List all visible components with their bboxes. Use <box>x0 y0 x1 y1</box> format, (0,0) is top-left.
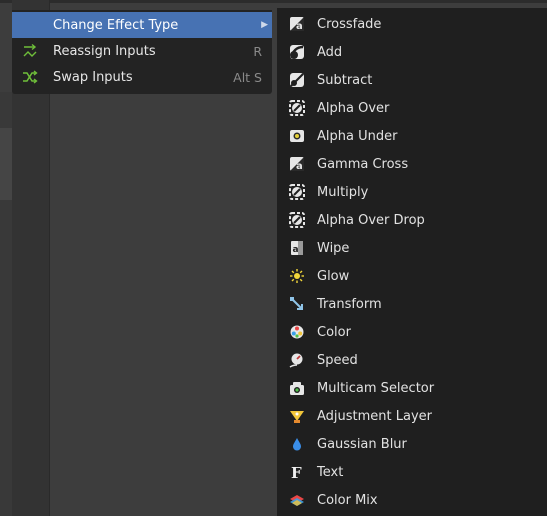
menu-item-reassign-inputs[interactable]: Reassign Inputs R <box>12 38 272 64</box>
context-menu: Change Effect Type ▶ Reassign Inputs R S… <box>12 10 272 94</box>
svg-text:a: a <box>293 245 299 255</box>
crossfade-icon: a <box>289 16 305 32</box>
color-icon <box>289 324 305 340</box>
left-region-tab <box>0 128 12 200</box>
submenu-item-label: Multiply <box>317 184 369 200</box>
effect-type-submenu: a Crossfade Add Subtract Alpha Over Alph… <box>277 8 547 516</box>
submenu-item-label: Alpha Over <box>317 100 390 116</box>
glow-icon <box>289 268 305 284</box>
submenu-item-crossfade[interactable]: a Crossfade <box>277 10 547 38</box>
alpha-over-icon <box>289 100 305 116</box>
submenu-item-glow[interactable]: Glow <box>277 262 547 290</box>
menu-item-label: Change Effect Type <box>53 18 178 33</box>
svg-text:a: a <box>296 21 303 32</box>
transform-icon <box>289 296 305 312</box>
submenu-item-alpha-over-drop[interactable]: Alpha Over Drop <box>277 206 547 234</box>
submenu-item-alpha-under[interactable]: Alpha Under <box>277 122 547 150</box>
submenu-item-label: Adjustment Layer <box>317 408 433 424</box>
wipe-icon: a <box>289 240 305 256</box>
speed-icon <box>289 352 305 368</box>
submenu-item-color[interactable]: Color <box>277 318 547 346</box>
submenu-item-multiply[interactable]: Multiply <box>277 178 547 206</box>
submenu-item-label: Gaussian Blur <box>317 436 407 452</box>
submenu-item-label: Wipe <box>317 240 350 256</box>
submenu-item-alpha-over[interactable]: Alpha Over <box>277 94 547 122</box>
submenu-item-label: Gamma Cross <box>317 156 409 172</box>
submenu-item-wipe[interactable]: a Wipe <box>277 234 547 262</box>
submenu-item-label: Alpha Under <box>317 128 398 144</box>
submenu-item-speed[interactable]: Speed <box>277 346 547 374</box>
gamma-cross-icon: a <box>289 156 305 172</box>
swap-icon <box>22 69 38 85</box>
submenu-arrow-icon: ▶ <box>261 20 268 30</box>
shortcut-label: Alt S <box>233 69 262 85</box>
gaussian-blur-icon <box>289 436 305 452</box>
submenu-item-adjustment-layer[interactable]: Adjustment Layer <box>277 402 547 430</box>
adjustment-layer-icon <box>289 408 305 424</box>
svg-text:a: a <box>296 161 303 172</box>
submenu-item-text[interactable]: F Text <box>277 458 547 486</box>
alpha-over-drop-icon <box>289 212 305 228</box>
submenu-item-transform[interactable]: Transform <box>277 290 547 318</box>
submenu-item-label: Transform <box>317 296 382 312</box>
alpha-under-icon <box>289 128 305 144</box>
reassign-icon <box>22 43 38 59</box>
menu-item-label: Swap Inputs <box>53 69 133 85</box>
submenu-item-label: Glow <box>317 268 350 284</box>
color-mix-icon <box>289 492 305 508</box>
submenu-item-label: Color Mix <box>317 492 378 508</box>
submenu-item-color-mix[interactable]: Color Mix <box>277 486 547 514</box>
submenu-item-label: Color <box>317 324 351 340</box>
text-icon: F <box>289 464 305 480</box>
submenu-item-label: Text <box>317 464 344 480</box>
submenu-item-gaussian-blur[interactable]: Gaussian Blur <box>277 430 547 458</box>
submenu-item-label: Add <box>317 44 343 60</box>
submenu-item-label: Multicam Selector <box>317 380 435 396</box>
submenu-item-label: Subtract <box>317 72 373 88</box>
submenu-item-add[interactable]: Add <box>277 38 547 66</box>
add-icon <box>289 44 305 60</box>
menu-item-label: Reassign Inputs <box>53 43 156 59</box>
menu-item-swap-inputs[interactable]: Swap Inputs Alt S <box>12 64 272 90</box>
header-edge <box>0 0 547 3</box>
submenu-item-label: Speed <box>317 352 358 368</box>
submenu-item-subtract[interactable]: Subtract <box>277 66 547 94</box>
submenu-item-label: Alpha Over Drop <box>317 212 425 228</box>
svg-text:F: F <box>291 464 302 480</box>
shortcut-label: R <box>253 43 262 59</box>
menu-item-change-effect-type[interactable]: Change Effect Type ▶ <box>12 12 272 38</box>
submenu-item-multicam-selector[interactable]: Multicam Selector <box>277 374 547 402</box>
change-effect-type-text: Change Effect Type <box>53 17 179 33</box>
subtract-icon <box>289 72 305 88</box>
submenu-item-gamma-cross[interactable]: a Gamma Cross <box>277 150 547 178</box>
submenu-item-label: Crossfade <box>317 16 382 32</box>
multicam-icon <box>289 380 305 396</box>
multiply-icon <box>289 184 305 200</box>
